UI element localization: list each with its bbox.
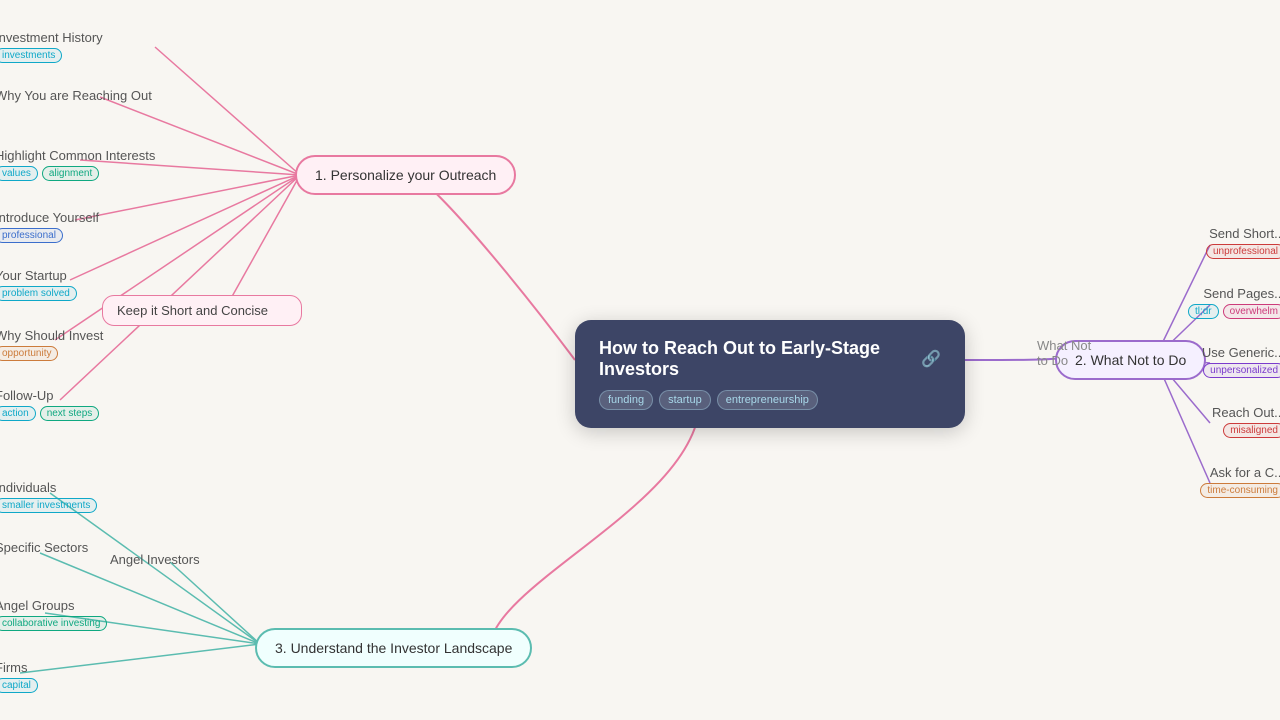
partial-followup: Follow-Up action next steps (0, 388, 99, 421)
partial-firms: Firms capital (0, 660, 38, 693)
tag-startup: startup (659, 390, 711, 410)
whatnot-label-extra: What Notto Do (1037, 338, 1091, 368)
branch-whatnot-label: 2. What Not to Do (1075, 352, 1186, 368)
partial-should-invest: Why Should Invest opportunity (0, 328, 103, 361)
branch-understand[interactable]: 3. Understand the Investor Landscape (255, 628, 532, 668)
central-node[interactable]: How to Reach Out to Early-Stage Investor… (575, 320, 965, 428)
branch-understand-label: 3. Understand the Investor Landscape (275, 640, 512, 656)
partial-why-reaching: Why You are Reaching Out (0, 88, 152, 103)
leaf-keep-short-label: Keep it Short and Concise (117, 303, 287, 318)
branch-personalize-label: 1. Personalize your Outreach (315, 167, 496, 183)
tag-funding: funding (599, 390, 653, 410)
partial-send-pages: Send Pages... tl;dr overwhelm (1188, 286, 1280, 319)
central-title-text: How to Reach Out to Early-Stage Investor… (599, 338, 913, 380)
link-icon: 🔗 (921, 349, 941, 369)
partial-angel-groups: Angel Groups collaborative investing (0, 598, 107, 631)
leaf-keep-short[interactable]: Keep it Short and Concise (102, 295, 302, 326)
partial-reach-out: Reach Out... misaligned (1212, 405, 1280, 438)
tag-entrepreneurship: entrepreneurship (717, 390, 818, 410)
partial-specific-sectors: Specific Sectors (0, 540, 88, 555)
partial-investment-history: Investment History investments (0, 30, 103, 63)
mindmap-canvas: How to Reach Out to Early-Stage Investor… (0, 0, 1280, 720)
partial-ask-call: Ask for a C... time-consuming (1200, 465, 1280, 498)
central-title: How to Reach Out to Early-Stage Investor… (599, 338, 941, 380)
partial-common-interests: Highlight Common Interests values alignm… (0, 148, 155, 181)
partial-use-generic: Use Generic... unpersonalized (1202, 345, 1280, 378)
partial-send-short: Send Short... unprofessional (1206, 226, 1280, 259)
partial-individuals: Individuals smaller investments (0, 480, 97, 513)
partial-introduce: Introduce Yourself professional (0, 210, 99, 243)
central-tags: funding startup entrepreneurship (599, 390, 941, 410)
partial-startup: Your Startup problem solved (0, 268, 77, 301)
partial-angel-investors: Angel Investors (110, 552, 200, 567)
branch-personalize[interactable]: 1. Personalize your Outreach (295, 155, 516, 195)
